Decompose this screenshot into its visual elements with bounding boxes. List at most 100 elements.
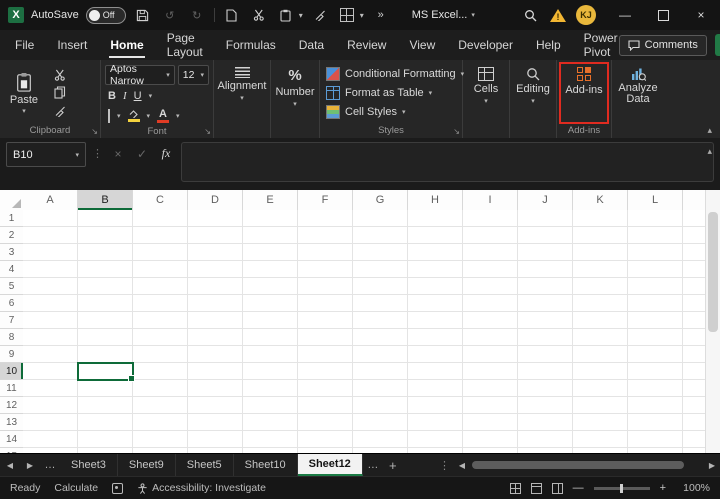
column-header-M[interactable]: M (683, 190, 706, 210)
selected-cell-B10[interactable] (77, 362, 134, 381)
normal-view-icon[interactable] (510, 483, 521, 494)
menu-tab-view[interactable]: View (408, 32, 436, 58)
new-sheet-button[interactable]: + (383, 454, 403, 476)
row-header-15[interactable]: 15 (0, 448, 23, 453)
zoom-slider[interactable] (594, 487, 650, 490)
horizontal-scrollbar-thumb[interactable] (472, 461, 684, 469)
warning-icon[interactable]: ! (550, 9, 566, 22)
menu-tab-formulas[interactable]: Formulas (225, 32, 277, 58)
toolbar-overflow-icon[interactable]: » (371, 5, 391, 25)
zoom-out-button[interactable]: — (573, 482, 584, 494)
font-dialog-launcher-icon[interactable]: ↘ (204, 127, 211, 136)
undo-button[interactable]: ↺ (160, 5, 180, 25)
search-icon[interactable] (520, 5, 540, 25)
addins-button[interactable]: Add-ins (565, 67, 602, 96)
accessibility-status[interactable]: Accessibility: Investigate (152, 482, 266, 494)
format-as-table-button[interactable]: Format as Table ▾ (324, 84, 458, 102)
window-title-menu[interactable]: MS Excel... ▾ (412, 9, 475, 21)
formula-bar-collapse-icon[interactable]: ▴ (707, 146, 712, 157)
hscroll-left-icon[interactable]: ◀ (454, 454, 470, 476)
row-header-5[interactable]: 5 (0, 278, 23, 295)
menu-tab-insert[interactable]: Insert (56, 32, 88, 58)
column-header-J[interactable]: J (518, 190, 573, 210)
cut-button[interactable] (48, 66, 72, 83)
chevron-down-icon[interactable]: ▾ (299, 11, 303, 20)
column-header-G[interactable]: G (353, 190, 408, 210)
vertical-scrollbar[interactable] (705, 190, 720, 453)
vertical-scrollbar-thumb[interactable] (708, 212, 718, 332)
maximize-button[interactable] (644, 0, 682, 30)
menu-tab-home[interactable]: Home (109, 32, 144, 58)
column-header-C[interactable]: C (133, 190, 188, 210)
borders-button[interactable] (108, 110, 110, 122)
row-header-1[interactable]: 1 (0, 210, 23, 227)
column-header-B[interactable]: B (78, 190, 133, 210)
sheet-tab-sheet12[interactable]: Sheet12 (298, 454, 363, 476)
chevron-down-icon[interactable]: ▾ (117, 112, 121, 120)
page-break-view-icon[interactable] (552, 483, 563, 494)
row-header-13[interactable]: 13 (0, 414, 23, 431)
conditional-formatting-button[interactable]: Conditional Formatting ▾ (324, 65, 458, 83)
collapse-ribbon-icon[interactable]: ▴ (707, 125, 712, 136)
styles-dialog-launcher-icon[interactable]: ↘ (453, 127, 460, 136)
sheet-tab-sheet9[interactable]: Sheet9 (118, 454, 176, 476)
column-header-L[interactable]: L (628, 190, 683, 210)
clipboard-dialog-launcher-icon[interactable]: ↘ (91, 127, 98, 136)
formula-bar-grip[interactable]: ⋮ (92, 142, 103, 160)
sheet-nav-right-icon[interactable]: ▶ (20, 454, 40, 476)
select-all-button[interactable] (0, 190, 24, 211)
macro-record-icon[interactable] (112, 483, 123, 494)
horizontal-scrollbar[interactable] (470, 454, 704, 476)
cancel-entry-button[interactable]: × (109, 142, 127, 165)
row-header-7[interactable]: 7 (0, 312, 23, 329)
user-avatar[interactable]: KJ (576, 5, 596, 25)
chevron-down-icon[interactable]: ▾ (149, 92, 153, 100)
format-painter-icon[interactable] (310, 5, 330, 25)
page-layout-view-icon[interactable] (531, 483, 542, 494)
font-name-select[interactable]: Aptos Narrow ▾ (105, 65, 175, 85)
sheet-tab-sheet10[interactable]: Sheet10 (234, 454, 298, 476)
row-header-6[interactable]: 6 (0, 295, 23, 312)
save-button[interactable] (133, 5, 153, 25)
bold-button[interactable]: B (108, 90, 116, 102)
zoom-slider-thumb[interactable] (620, 484, 623, 493)
analyze-data-button[interactable]: Analyze Data (612, 60, 664, 138)
share-button[interactable]: Share ▾ (715, 34, 720, 56)
more-sheets-icon[interactable]: … (363, 454, 383, 476)
name-box[interactable]: B10 ▾ (6, 142, 86, 167)
close-button[interactable]: × (682, 0, 720, 30)
column-header-K[interactable]: K (573, 190, 628, 210)
formula-input[interactable] (181, 142, 714, 182)
menu-tab-page-layout[interactable]: Page Layout (166, 25, 204, 65)
fill-color-button[interactable] (128, 110, 140, 122)
row-header-14[interactable]: 14 (0, 431, 23, 448)
tab-split-grip-icon[interactable]: ⋮ (435, 454, 454, 476)
paste-button[interactable]: Paste ▾ (4, 64, 44, 123)
hscroll-right-icon[interactable]: ▶ (704, 454, 720, 476)
row-header-4[interactable]: 4 (0, 261, 23, 278)
row-header-12[interactable]: 12 (0, 397, 23, 414)
menu-tab-review[interactable]: Review (346, 32, 387, 58)
fill-handle[interactable] (128, 375, 135, 382)
cells-group-button[interactable]: Cells ▾ (463, 60, 510, 138)
font-color-button[interactable]: A (157, 109, 169, 123)
cell-styles-button[interactable]: Cell Styles ▾ (324, 103, 458, 121)
enter-entry-button[interactable]: ✓ (133, 142, 151, 165)
row-header-11[interactable]: 11 (0, 380, 23, 397)
sheet-nav-left-icon[interactable]: ◀ (0, 454, 20, 476)
menu-tab-developer[interactable]: Developer (457, 32, 514, 58)
format-painter-button[interactable] (48, 102, 72, 119)
chevron-down-icon[interactable]: ▾ (176, 112, 180, 120)
row-header-8[interactable]: 8 (0, 329, 23, 346)
column-header-A[interactable]: A (23, 190, 78, 210)
insert-function-button[interactable]: fx (157, 142, 175, 165)
row-header-3[interactable]: 3 (0, 244, 23, 261)
zoom-in-button[interactable]: + (660, 482, 666, 494)
column-header-D[interactable]: D (188, 190, 243, 210)
alignment-group-button[interactable]: Alignment ▾ (214, 60, 271, 138)
table-icon[interactable] (337, 5, 357, 25)
chevron-down-icon[interactable]: ▾ (147, 112, 151, 120)
clipboard-icon[interactable] (276, 5, 296, 25)
row-header-9[interactable]: 9 (0, 346, 23, 363)
menu-tab-power-pivot[interactable]: Power Pivot (583, 25, 619, 65)
